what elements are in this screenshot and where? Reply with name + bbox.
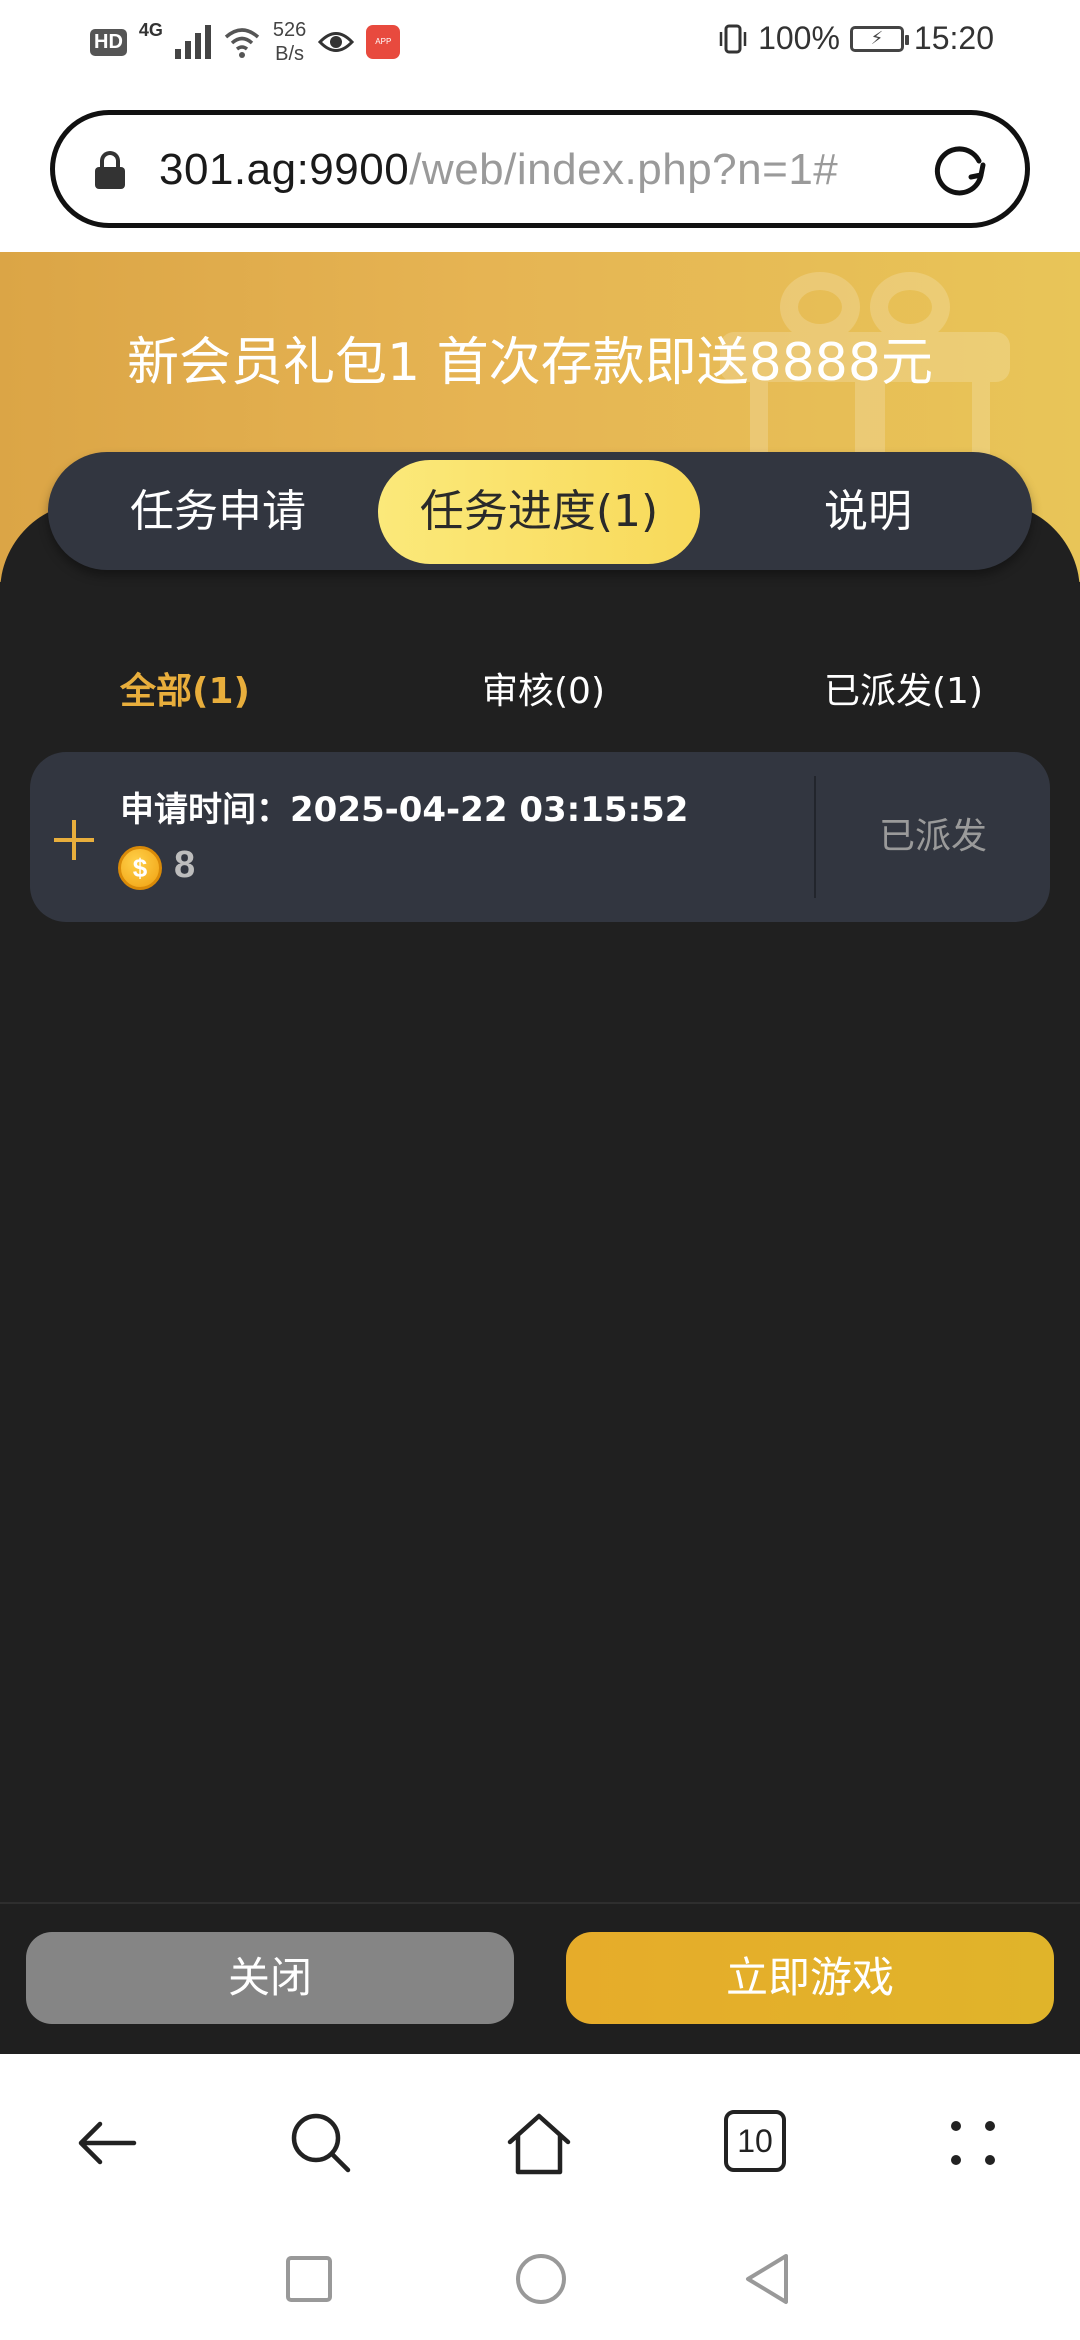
speed-unit: B/s: [275, 43, 305, 65]
status-filters: 全部(1) 审核(0) 已派发(1): [0, 652, 1080, 732]
filter-dispatched[interactable]: 已派发(1): [824, 662, 983, 714]
banner-title: 新会员礼包1 首次存款即送8888元: [127, 333, 933, 393]
home-circle-icon[interactable]: [514, 2252, 568, 2306]
page-content: 新会员礼包1 首次存款即送8888元 任务申请 任务进度(1) 说明 全部(1)…: [0, 252, 1080, 2054]
reward-amount: 8: [174, 844, 196, 886]
clock: 15:20: [913, 20, 994, 56]
more-menu-icon[interactable]: [938, 2108, 1008, 2178]
battery-percent: 100%: [758, 20, 840, 56]
apply-time: 申请时间：2025-04-22 03:15:52: [120, 782, 688, 831]
browser-toolbar: 10: [0, 2054, 1080, 2224]
app-notification-icon: APP: [366, 25, 401, 59]
task-tabs: 任务申请 任务进度(1) 说明: [48, 452, 1032, 570]
back-triangle-icon[interactable]: [742, 2252, 792, 2306]
close-button[interactable]: 关闭: [26, 1932, 514, 2024]
url-path: /web/index.php?n=1#: [409, 145, 839, 194]
tab-task-progress[interactable]: 任务进度(1): [378, 460, 700, 564]
battery-icon: ⚡: [849, 25, 909, 52]
action-footer: 关闭 立即游戏: [0, 1902, 1080, 2054]
coin-icon: $: [118, 846, 162, 890]
filter-all[interactable]: 全部(1): [120, 662, 250, 714]
back-arrow-icon[interactable]: [72, 2108, 142, 2178]
hd-badge: HD: [90, 28, 127, 56]
tab-switcher-button[interactable]: 10: [724, 2110, 786, 2172]
tab-description[interactable]: 说明: [728, 460, 1008, 564]
search-icon[interactable]: [286, 2108, 356, 2178]
eye-icon: [318, 32, 355, 52]
recent-apps-icon[interactable]: [284, 2254, 334, 2304]
address-bar[interactable]: 301.ag:9900/web/index.php?n=1#: [50, 110, 1030, 228]
list-item[interactable]: 申请时间：2025-04-22 03:15:52 $ 8 已派发: [30, 752, 1050, 922]
status-badge: 已派发: [878, 816, 987, 857]
apply-time-value: 2025-04-22 03:15:52: [290, 790, 689, 830]
expand-plus-icon[interactable]: [54, 820, 94, 860]
home-icon[interactable]: [504, 2108, 574, 2178]
play-now-button[interactable]: 立即游戏: [566, 1932, 1054, 2024]
apply-time-label: 申请时间：: [120, 790, 290, 830]
vibrate-icon: [719, 24, 747, 53]
signal-icon: [174, 25, 211, 59]
tab-task-apply[interactable]: 任务申请: [88, 460, 348, 564]
network-type: 4G: [138, 19, 163, 40]
network-speed: 526 B/s: [273, 18, 306, 66]
filter-review[interactable]: 审核(0): [482, 662, 605, 714]
system-navigation: [0, 2224, 1080, 2340]
url-host: 301.ag:9900: [159, 145, 410, 194]
lock-icon: [95, 151, 125, 191]
url-text[interactable]: 301.ag:9900/web/index.php?n=1#: [159, 145, 838, 195]
status-bar: HD 4G 526 B/s APP 100% ⚡ 15:20: [0, 0, 1080, 86]
speed-value: 526: [272, 19, 307, 41]
wifi-icon: [224, 28, 260, 58]
reload-icon[interactable]: [931, 141, 989, 199]
content-panel: [0, 502, 1080, 2054]
